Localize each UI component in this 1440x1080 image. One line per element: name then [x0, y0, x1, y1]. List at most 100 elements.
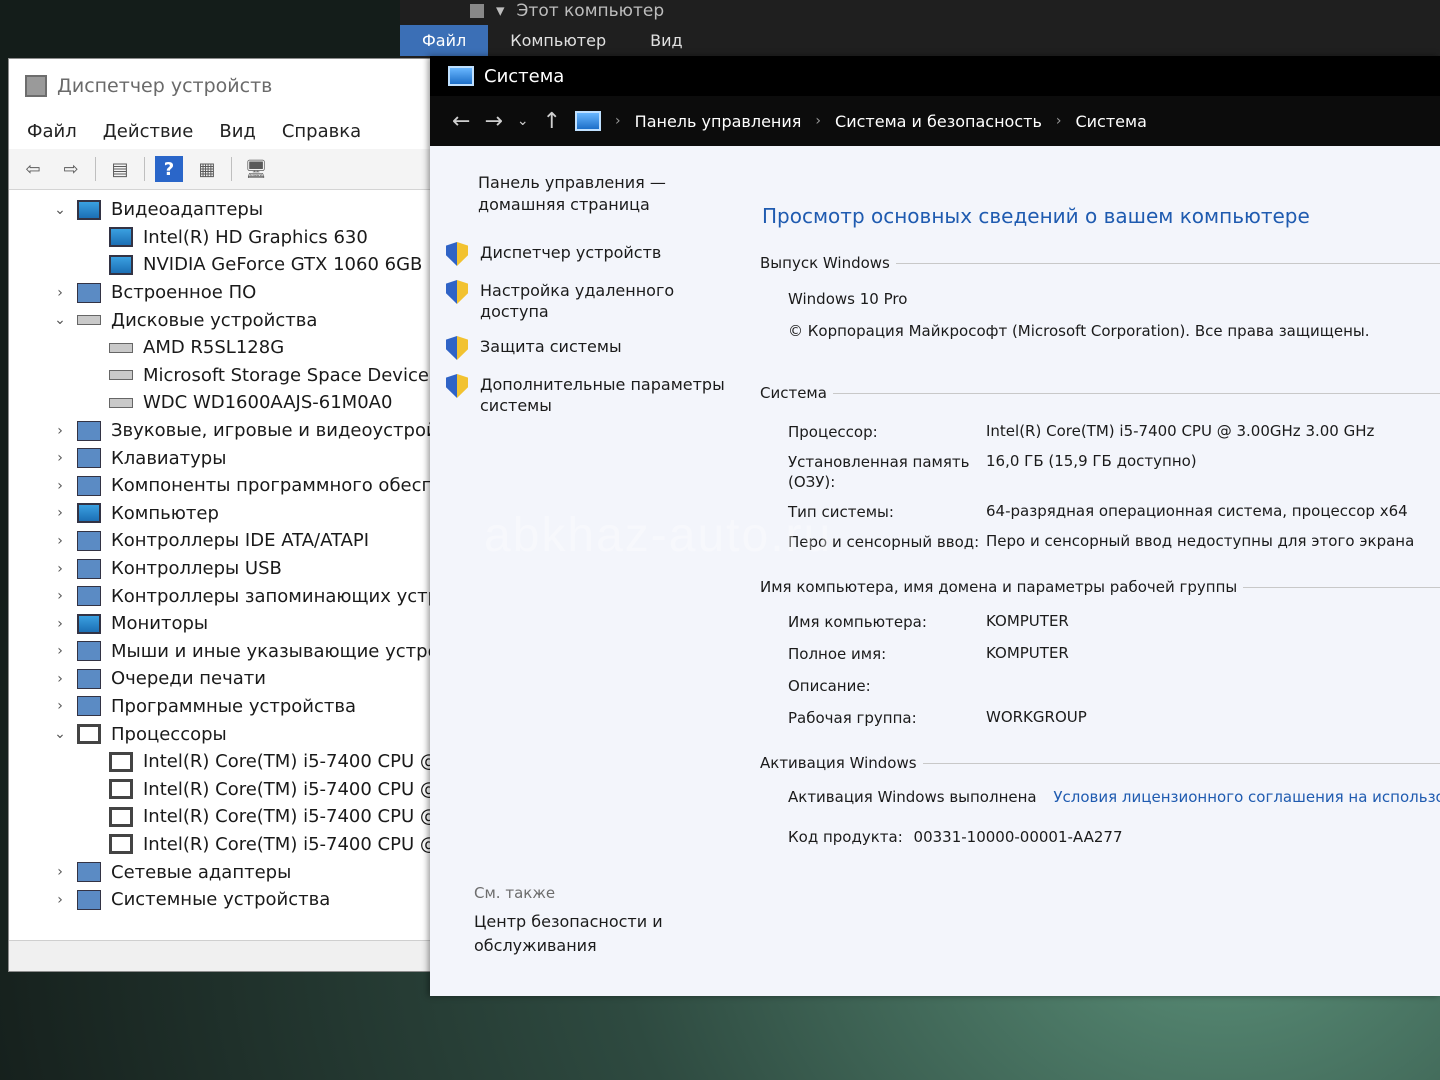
advanced-settings-link[interactable]: Дополнительные параметры системы [446, 374, 736, 416]
device-item[interactable]: Intel(R) Core(TM) i5-7400 CPU @ [9, 748, 449, 776]
chevron-right-icon[interactable]: › [49, 505, 71, 521]
chevron-right-icon[interactable]: › [49, 892, 71, 908]
device-category[interactable]: › Очереди печати [9, 665, 449, 693]
device-category[interactable]: › Контроллеры USB [9, 555, 449, 583]
back-arrow-icon[interactable]: ⇦ [19, 156, 47, 182]
device-category-label: Компоненты программного обесп [111, 475, 434, 497]
chevron-right-icon[interactable]: › [49, 588, 71, 604]
system-section: Система [760, 384, 1440, 402]
device-manager-titlebar: Диспетчер устройств [9, 59, 449, 113]
device-item[interactable]: WDC WD1600AAJS-61M0A0 [9, 389, 449, 417]
device-category[interactable]: › Клавиатуры [9, 444, 449, 472]
device-category-label: Контроллеры USB [111, 558, 282, 580]
device-category[interactable]: › Компоненты программного обесп [9, 472, 449, 500]
device-category[interactable]: ⌄ Процессоры [9, 720, 449, 748]
chevron-right-icon[interactable]: › [49, 533, 71, 549]
back-arrow-icon[interactable]: ← [452, 109, 470, 134]
computer-icon [448, 66, 474, 86]
chevron-right-icon: › [615, 113, 621, 129]
forward-arrow-icon[interactable]: → [484, 109, 502, 134]
network-icon [77, 862, 101, 883]
system-window-title: Система [484, 65, 565, 87]
folder-icon[interactable] [470, 4, 484, 18]
dropdown-icon[interactable]: ▾ [496, 1, 505, 21]
storage-controller-icon [77, 586, 101, 607]
license-terms-link[interactable]: Условия лицензионного соглашения на испо… [1053, 788, 1440, 806]
recent-dropdown-icon[interactable]: ⌄ [517, 113, 529, 129]
windows-edition-section: Выпуск Windows [760, 254, 1440, 272]
device-category[interactable]: › Встроенное ПО [9, 279, 449, 307]
processor-icon [109, 834, 133, 855]
breadcrumb-security[interactable]: Система и безопасность [835, 112, 1042, 131]
properties-icon[interactable]: ▤ [106, 156, 134, 182]
help-icon[interactable]: ? [155, 156, 183, 182]
ribbon-tab-computer[interactable]: Компьютер [488, 25, 628, 56]
scan-hardware-icon[interactable]: 🖥 [242, 156, 270, 182]
chevron-down-icon[interactable]: ⌄ [49, 312, 71, 328]
menu-view[interactable]: Вид [219, 121, 256, 142]
device-category[interactable]: › Сетевые адаптеры [9, 858, 449, 886]
product-key-row: Код продукта: 00331-10000-00001-AA277 [788, 828, 1123, 846]
device-category[interactable]: › Мониторы [9, 610, 449, 638]
chevron-down-icon[interactable]: ⌄ [49, 726, 71, 742]
device-category[interactable]: › Звуковые, игровые и видеоустройс [9, 417, 449, 445]
view-list-icon[interactable]: ▦ [193, 156, 221, 182]
system-protection-link[interactable]: Защита системы [446, 336, 736, 360]
device-category-label: Звуковые, игровые и видеоустройс [111, 420, 448, 442]
device-item-label: Intel(R) Core(TM) i5-7400 CPU @ [143, 833, 438, 855]
device-category[interactable]: › Системные устройства [9, 886, 449, 914]
chevron-right-icon[interactable]: › [49, 285, 71, 301]
device-category-label: Очереди печати [111, 668, 266, 690]
workgroup-row: Рабочая группа: WORKGROUP [788, 708, 1087, 727]
chevron-right-icon[interactable]: › [49, 450, 71, 466]
device-item[interactable]: Intel(R) HD Graphics 630 [9, 224, 449, 252]
ribbon-tab-view[interactable]: Вид [628, 25, 704, 56]
device-item[interactable]: Intel(R) Core(TM) i5-7400 CPU @ [9, 775, 449, 803]
chevron-right-icon[interactable]: › [49, 478, 71, 494]
printer-icon [77, 668, 101, 689]
menu-help[interactable]: Справка [282, 121, 361, 142]
remote-settings-link[interactable]: Настройка удаленного доступа [446, 280, 736, 322]
device-item[interactable]: AMD R5SL128G [9, 334, 449, 362]
chevron-down-icon[interactable]: ⌄ [49, 202, 71, 218]
shield-icon [446, 336, 468, 360]
menu-file[interactable]: Файл [27, 121, 77, 142]
device-category[interactable]: › Контроллеры IDE ATA/ATAPI [9, 527, 449, 555]
device-item-label: WDC WD1600AAJS-61M0A0 [143, 392, 393, 414]
device-category[interactable]: ⌄ Видеоадаптеры [9, 196, 449, 224]
device-category[interactable]: › Мыши и иные указывающие устро [9, 638, 449, 666]
mouse-icon [77, 641, 101, 662]
device-item[interactable]: Microsoft Storage Space Device [9, 362, 449, 390]
menu-action[interactable]: Действие [103, 121, 194, 142]
chevron-right-icon[interactable]: › [49, 561, 71, 577]
activation-status: Активация Windows выполнена Условия лице… [788, 788, 1440, 806]
ribbon-tab-file[interactable]: Файл [400, 25, 489, 56]
device-category-label: Контроллеры IDE ATA/ATAPI [111, 530, 370, 552]
device-category[interactable]: › Программные устройства [9, 693, 449, 721]
control-panel-home-link[interactable]: Панель управления — домашняя страница [478, 172, 718, 216]
security-maintenance-link[interactable]: Центр безопасности и обслуживания [474, 910, 714, 958]
breadcrumb-system[interactable]: Система [1075, 112, 1146, 131]
chevron-right-icon[interactable]: › [49, 643, 71, 659]
shield-icon [446, 374, 468, 398]
device-category[interactable]: › Компьютер [9, 500, 449, 528]
up-arrow-icon[interactable]: ↑ [543, 109, 561, 134]
chevron-right-icon[interactable]: › [49, 671, 71, 687]
device-category[interactable]: › Контроллеры запоминающих устр [9, 582, 449, 610]
chevron-right-icon[interactable]: › [49, 864, 71, 880]
activation-section: Активация Windows [760, 754, 1440, 772]
chevron-right-icon[interactable]: › [49, 423, 71, 439]
device-category[interactable]: ⌄ Дисковые устройства [9, 306, 449, 334]
device-category-label: Компьютер [111, 502, 219, 524]
device-item[interactable]: Intel(R) Core(TM) i5-7400 CPU @ [9, 803, 449, 831]
chevron-right-icon[interactable]: › [49, 698, 71, 714]
display-icon [109, 254, 133, 275]
device-item[interactable]: NVIDIA GeForce GTX 1060 6GB [9, 251, 449, 279]
device-category-label: Системные устройства [111, 889, 331, 911]
breadcrumb-control-panel[interactable]: Панель управления [635, 112, 802, 131]
chevron-right-icon[interactable]: › [49, 616, 71, 632]
device-item[interactable]: Intel(R) Core(TM) i5-7400 CPU @ [9, 831, 449, 859]
device-manager-link[interactable]: Диспетчер устройств [446, 242, 736, 266]
forward-arrow-icon[interactable]: ⇨ [57, 156, 85, 182]
toolbar-separator [95, 157, 96, 181]
